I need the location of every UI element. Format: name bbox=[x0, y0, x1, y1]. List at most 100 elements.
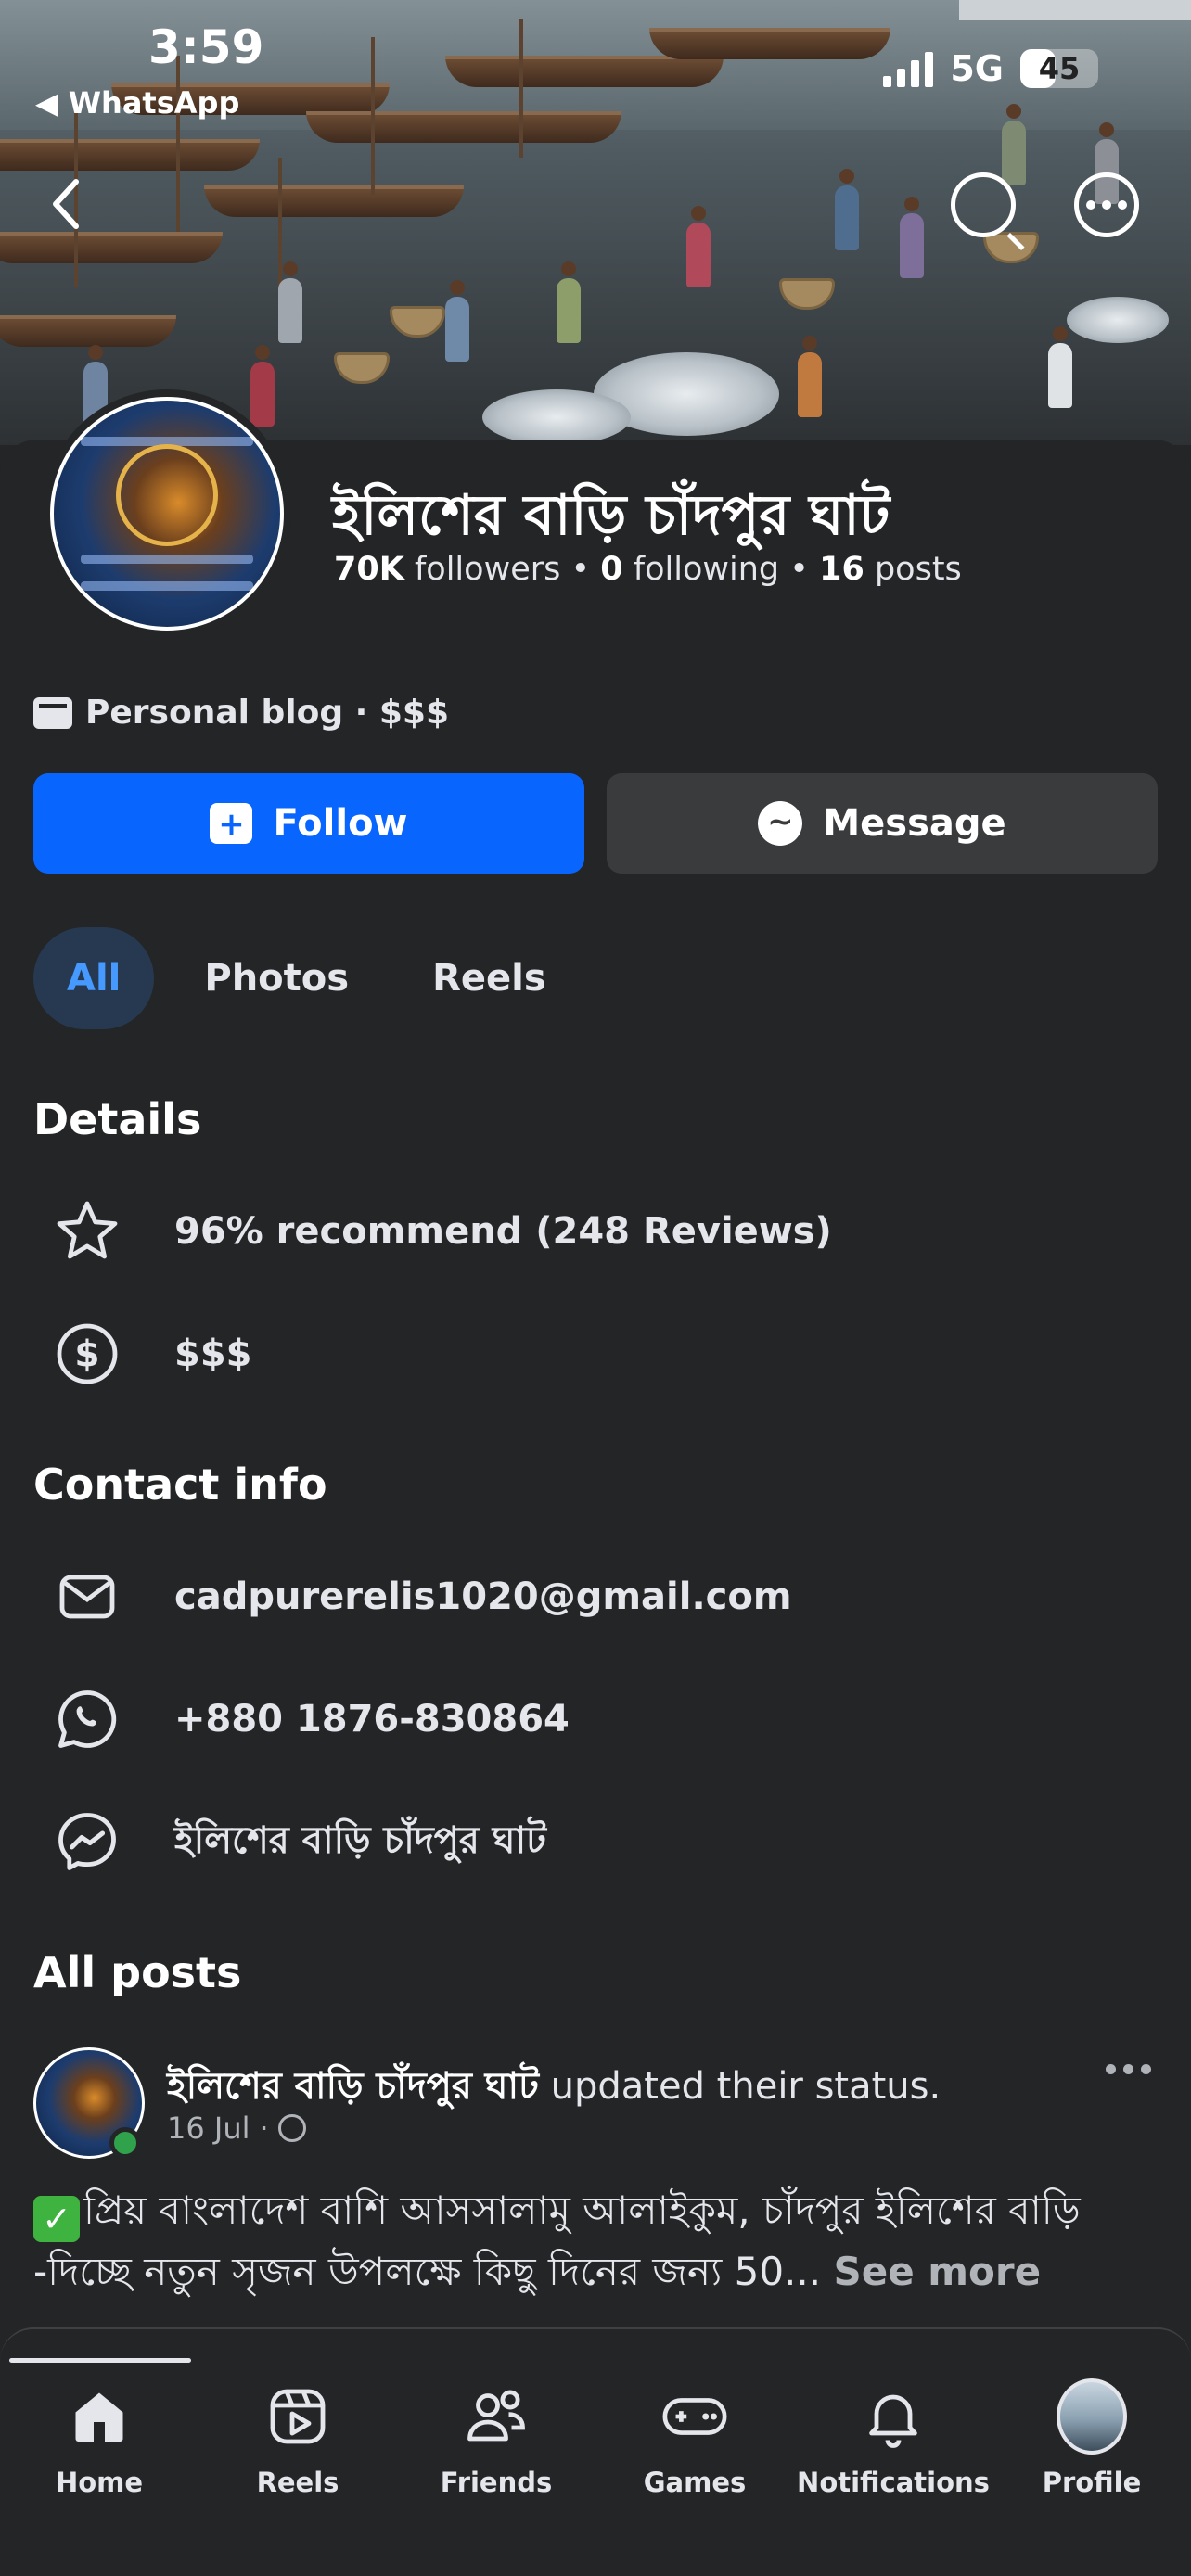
status-time: 3:59 bbox=[148, 20, 264, 74]
phone-row[interactable]: +880 1876-830864 bbox=[52, 1684, 570, 1754]
battery-level: 45 bbox=[1038, 51, 1081, 86]
reels-icon bbox=[263, 2381, 333, 2452]
profile-picture[interactable] bbox=[43, 389, 291, 638]
cover-photo[interactable]: 3:59 ◀ WhatsApp 5G 45 bbox=[0, 0, 1191, 445]
follow-label: Follow bbox=[273, 802, 408, 845]
nav-profile[interactable]: Profile bbox=[992, 2378, 1191, 2498]
back-chevron-icon[interactable] bbox=[48, 176, 85, 232]
home-icon bbox=[64, 2381, 134, 2452]
post-more-icon[interactable] bbox=[1106, 2064, 1151, 2074]
tab-photos[interactable]: Photos bbox=[171, 927, 382, 1029]
bell-icon bbox=[858, 2381, 928, 2452]
followers-label[interactable]: followers bbox=[415, 551, 560, 588]
person bbox=[900, 197, 924, 278]
tab-reels[interactable]: Reels bbox=[399, 927, 580, 1029]
posts-count: 16 bbox=[819, 551, 864, 588]
nav-label: Profile bbox=[1042, 2467, 1142, 2498]
boat bbox=[204, 185, 464, 217]
followers-count[interactable]: 70K bbox=[334, 551, 404, 588]
contact-title: Contact info bbox=[33, 1460, 327, 1510]
messenger-text: ইলিশের বাড়ি চাঁদপুর ঘাট bbox=[174, 1818, 546, 1862]
details-title: Details bbox=[33, 1094, 202, 1144]
price-row: $ $$$ bbox=[52, 1319, 252, 1389]
person bbox=[445, 280, 469, 362]
posts-label: posts bbox=[874, 551, 962, 588]
cover-sign bbox=[959, 0, 1191, 20]
nav-friends[interactable]: Friends bbox=[397, 2381, 596, 2498]
nav-label: Home bbox=[55, 2467, 144, 2498]
stats-separator: • bbox=[570, 551, 591, 588]
fish-pile bbox=[1067, 297, 1169, 343]
post-date-separator: · bbox=[259, 2111, 269, 2146]
messenger-outline-icon bbox=[52, 1806, 122, 1877]
post-action-text: updated their status. bbox=[550, 2065, 941, 2108]
search-icon[interactable] bbox=[951, 172, 1016, 237]
messenger-icon bbox=[758, 801, 803, 846]
basket bbox=[779, 278, 835, 310]
battery-icon: 45 bbox=[1020, 49, 1098, 88]
profile-tabs: All Photos Reels bbox=[33, 927, 580, 1029]
person bbox=[835, 169, 859, 250]
see-more-link[interactable]: See more bbox=[833, 2249, 1041, 2294]
tab-all[interactable]: All bbox=[33, 927, 155, 1029]
online-status-dot bbox=[109, 2127, 141, 2159]
post-meta: 16 Jul · bbox=[167, 2111, 306, 2146]
page-stats: 70K followers • 0 following • 16 posts bbox=[334, 551, 962, 588]
category-icon bbox=[33, 696, 72, 729]
post-author-name[interactable]: ইলিশের বাড়ি চাঁদপুর ঘাট bbox=[167, 2065, 539, 2108]
boat bbox=[649, 28, 890, 59]
nav-notifications[interactable]: Notifications bbox=[794, 2381, 992, 2498]
person bbox=[798, 336, 822, 417]
network-type: 5G bbox=[950, 48, 1004, 89]
posts-title: All posts bbox=[33, 1947, 242, 1997]
following-label[interactable]: following bbox=[634, 551, 779, 588]
profile-picture-image bbox=[50, 397, 284, 631]
nav-label: Friends bbox=[440, 2467, 553, 2498]
whatsapp-icon bbox=[52, 1684, 122, 1754]
more-options-icon[interactable] bbox=[1074, 172, 1139, 237]
svg-text:$: $ bbox=[74, 1334, 99, 1376]
follow-button[interactable]: Follow bbox=[33, 773, 584, 874]
active-tab-indicator bbox=[9, 2358, 191, 2363]
star-icon bbox=[52, 1196, 122, 1267]
boat-pole bbox=[519, 19, 523, 158]
nav-label: Notifications bbox=[797, 2467, 990, 2498]
person bbox=[250, 345, 275, 427]
boat bbox=[0, 139, 260, 171]
post-date[interactable]: 16 Jul bbox=[167, 2111, 250, 2146]
message-button[interactable]: Message bbox=[607, 773, 1158, 874]
stats-separator: • bbox=[789, 551, 809, 588]
boat bbox=[0, 315, 176, 347]
nav-games[interactable]: Games bbox=[596, 2381, 794, 2498]
globe-icon bbox=[277, 2114, 306, 2142]
person bbox=[1002, 104, 1026, 185]
email-row[interactable]: cadpurerelis1020@gmail.com bbox=[52, 1562, 792, 1632]
message-label: Message bbox=[823, 802, 1006, 845]
recommend-text: 96% recommend (248 Reviews) bbox=[174, 1210, 832, 1253]
nav-home[interactable]: Home bbox=[0, 2381, 198, 2498]
person bbox=[557, 261, 581, 343]
mail-icon bbox=[52, 1562, 122, 1632]
nav-label: Games bbox=[643, 2467, 747, 2498]
email-text: cadpurerelis1020@gmail.com bbox=[174, 1575, 792, 1618]
boat bbox=[445, 56, 724, 87]
dollar-icon: $ bbox=[52, 1319, 122, 1389]
basket bbox=[334, 352, 390, 384]
check-mark-icon: ✓ bbox=[33, 2196, 80, 2242]
nav-label: Reels bbox=[256, 2467, 339, 2498]
boat bbox=[306, 111, 621, 143]
following-count[interactable]: 0 bbox=[600, 551, 622, 588]
back-to-app-link[interactable]: ◀ WhatsApp bbox=[35, 85, 239, 121]
category-label: Personal blog · $$$ bbox=[85, 694, 450, 732]
recommend-row[interactable]: 96% recommend (248 Reviews) bbox=[52, 1196, 832, 1267]
nav-reels[interactable]: Reels bbox=[198, 2381, 397, 2498]
price-text: $$$ bbox=[174, 1333, 252, 1375]
games-icon bbox=[660, 2381, 730, 2452]
boat-pole bbox=[371, 37, 375, 195]
person bbox=[278, 261, 302, 343]
post-header: ইলিশের বাড়ি চাঁদপুর ঘাট updated their s… bbox=[167, 2057, 941, 2119]
post-text: ✓ প্রিয় বাংলাদেশ বাশি আসসালামু আলাইকুম, … bbox=[33, 2181, 1161, 2302]
messenger-row[interactable]: ইলিশের বাড়ি চাঁদপুর ঘাট bbox=[52, 1806, 546, 1877]
phone-text: +880 1876-830864 bbox=[174, 1698, 570, 1741]
basket bbox=[390, 306, 445, 338]
